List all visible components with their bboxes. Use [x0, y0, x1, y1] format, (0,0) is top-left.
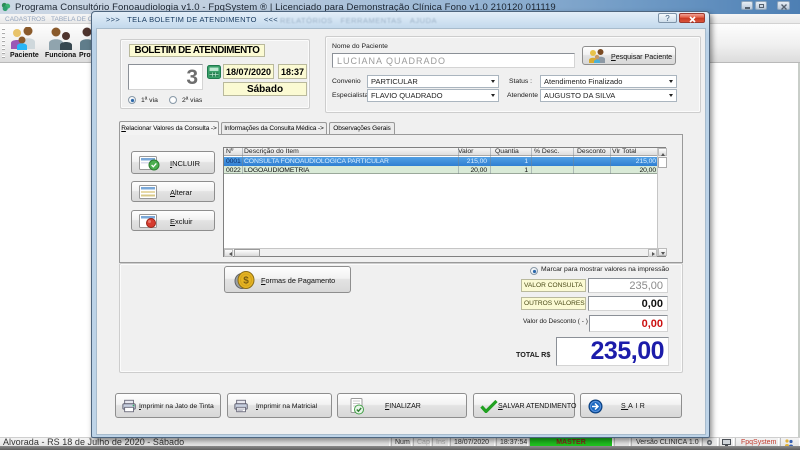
svg-text:$: $ — [243, 276, 249, 287]
